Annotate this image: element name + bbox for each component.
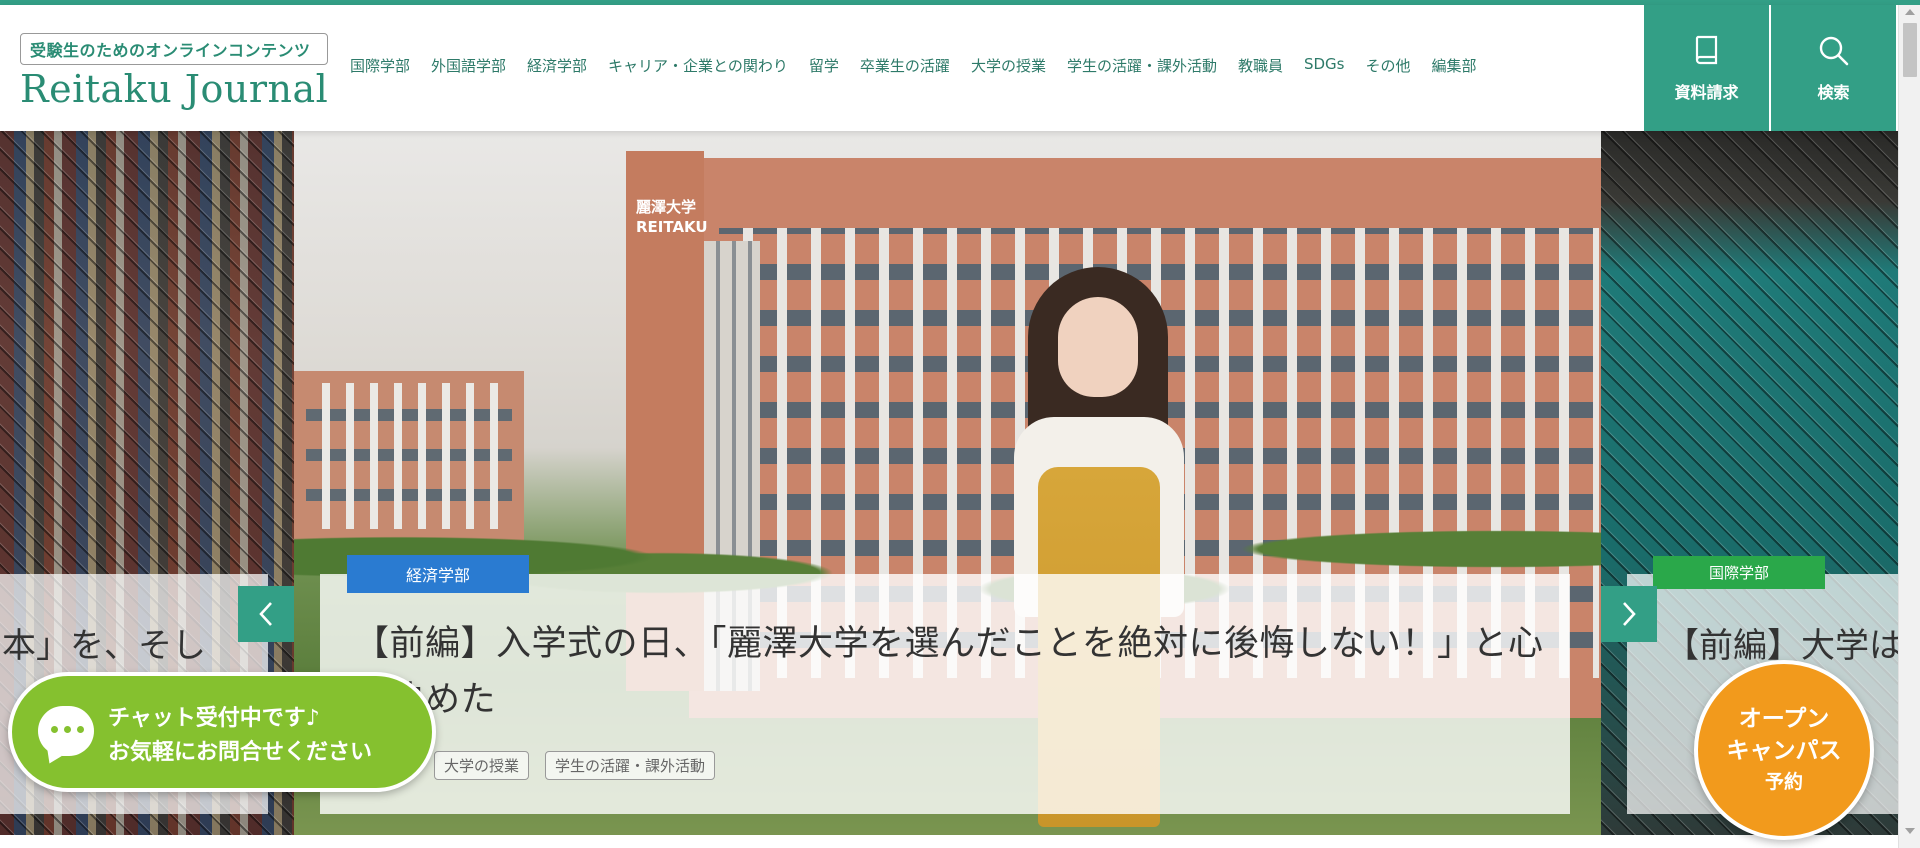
search-button[interactable]: 検索 xyxy=(1771,5,1896,131)
nav-item-alumni[interactable]: 卒業生の活躍 xyxy=(860,55,950,76)
article-title[interactable]: 【前編】入学式の日、「麗澤大学を選んだことを絶対に後悔しない！」と心に決めた xyxy=(354,616,1544,728)
book-icon xyxy=(1695,35,1717,65)
nav-item-foreign-languages[interactable]: 外国語学部 xyxy=(431,55,506,76)
site-header: 受験生のためのオンラインコンテンツ Reitaku Journal 国際学部 外… xyxy=(0,5,1898,131)
tag-classes[interactable]: 大学の授業 xyxy=(434,751,530,780)
building-sign: 麗澤大学 REITAKU xyxy=(636,198,708,236)
nav-item-editorial[interactable]: 編集部 xyxy=(1432,55,1477,76)
page-scrollbar[interactable] xyxy=(1898,5,1920,848)
request-materials-button[interactable]: 資料請求 xyxy=(1644,5,1769,131)
nav-item-career[interactable]: キャリア・企業との関わり xyxy=(608,55,788,76)
chevron-right-icon xyxy=(1623,602,1636,626)
tag-student-activities[interactable]: 学生の活躍・課外活動 xyxy=(545,751,716,780)
nav-item-international[interactable]: 国際学部 xyxy=(350,55,410,76)
nav-item-student-activities[interactable]: 学生の活躍・課外活動 xyxy=(1067,55,1217,76)
chat-line-2: お気軽にお問合せください xyxy=(108,740,373,765)
scroll-down-icon[interactable] xyxy=(1905,828,1915,834)
nav-item-faculty[interactable]: 教職員 xyxy=(1238,55,1283,76)
open-campus-line-2: キャンパス xyxy=(1726,738,1842,764)
slider-prev-button[interactable] xyxy=(238,586,294,642)
scrollbar-thumb[interactable] xyxy=(1903,23,1917,77)
site-name: Reitaku Journal xyxy=(20,67,329,111)
scroll-up-icon[interactable] xyxy=(1905,9,1915,15)
chat-text: チャット受付中です♪ お気軽にお問合せください xyxy=(108,702,372,770)
nav-item-classes[interactable]: 大学の授業 xyxy=(971,55,1046,76)
open-campus-line-1: オープン xyxy=(1738,706,1830,732)
slide-current[interactable]: 麗澤大学 REITAKU 経済学部 【前編】入学式の日、「麗澤大学を選んだことを… xyxy=(294,131,1601,835)
open-campus-line-3: 予約 xyxy=(1764,771,1803,793)
article-tags: 大学の授業 学生の活躍・課外活動 xyxy=(434,751,716,780)
search-label: 検索 xyxy=(1817,83,1850,102)
article-card[interactable]: 経済学部 【前編】入学式の日、「麗澤大学を選んだことを絶対に後悔しない！」と心に… xyxy=(320,555,1570,814)
search-icon xyxy=(1819,36,1848,66)
site-logo[interactable]: 受験生のためのオンラインコンテンツ Reitaku Journal xyxy=(20,33,329,111)
prev-slide-title: 本」を、そし xyxy=(2,626,206,666)
slider-next-button[interactable] xyxy=(1601,586,1657,642)
next-category-badge: 国際学部 xyxy=(1653,556,1826,589)
chat-button[interactable]: チャット受付中です♪ お気軽にお問合せください xyxy=(8,672,436,792)
open-campus-button[interactable]: オープン キャンパス 予約 xyxy=(1694,660,1874,840)
site-tagline: 受験生のためのオンラインコンテンツ xyxy=(20,33,329,65)
nav-item-sdgs[interactable]: SDGs xyxy=(1304,55,1345,76)
category-badge[interactable]: 経済学部 xyxy=(347,555,529,593)
nav-item-economics[interactable]: 経済学部 xyxy=(527,55,587,76)
chevron-left-icon xyxy=(259,602,272,626)
nav-item-study-abroad[interactable]: 留学 xyxy=(809,55,839,76)
nav-item-other[interactable]: その他 xyxy=(1366,55,1411,76)
person-face xyxy=(1058,297,1138,397)
global-nav: 国際学部 外国語学部 経済学部 キャリア・企業との関わり 留学 卒業生の活躍 大… xyxy=(350,55,1477,76)
request-materials-label: 資料請求 xyxy=(1674,83,1739,102)
chat-dots xyxy=(51,726,84,733)
chat-line-1: チャット受付中です♪ xyxy=(108,706,320,731)
